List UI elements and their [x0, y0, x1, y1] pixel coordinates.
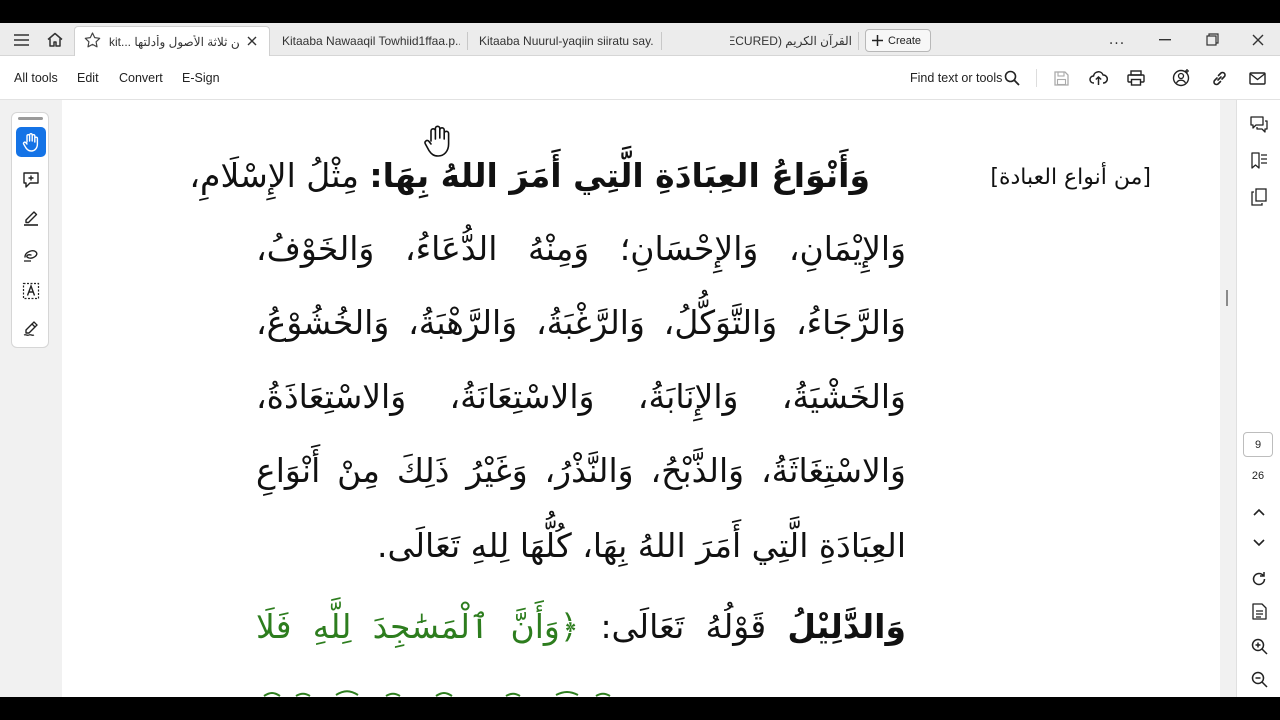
share-user-icon[interactable]	[1171, 68, 1191, 88]
tab-divider	[467, 32, 468, 50]
cloud-upload-icon[interactable]	[1088, 68, 1108, 88]
hand-cursor-icon	[422, 124, 454, 158]
right-side-panel	[1236, 100, 1280, 697]
zoom-in-icon[interactable]	[1249, 636, 1269, 656]
star-icon[interactable]	[84, 32, 101, 51]
tab-nuurul-yaqiin[interactable]: Kitaaba Nuurul-yaqiin siiratu say...	[479, 26, 653, 56]
search-icon[interactable]	[1002, 68, 1022, 88]
create-label: Create	[888, 34, 922, 47]
more-icon: ...	[1108, 31, 1126, 48]
refresh-icon[interactable]	[1249, 569, 1269, 589]
menu-e-sign[interactable]: E-Sign	[182, 71, 220, 85]
minimize-button[interactable]	[1152, 23, 1178, 56]
tab-divider	[858, 32, 859, 50]
text-box-icon	[22, 282, 40, 300]
drag-handle[interactable]	[18, 117, 43, 120]
text-line-5: وَالاسْتِغَاثَةُ، وَالذَّبْحُ، وَالنَّذْ…	[256, 451, 906, 490]
home-button[interactable]	[42, 23, 68, 56]
tab-quran[interactable]: القرآن الكريم (SECURED)	[730, 26, 852, 56]
home-icon	[47, 32, 63, 47]
tools-menu-bar: All tools Edit Convert E-Sign Find text …	[0, 56, 1280, 100]
tab-title: kit... متن ثلاثة الأصول وأدلتها	[109, 34, 239, 49]
menu-all-tools[interactable]: All tools	[14, 71, 58, 85]
evidence-rest: قَوْلُهُ تَعَالَى:	[600, 607, 767, 646]
hand-tool-button[interactable]	[16, 127, 46, 157]
hamburger-menu-button[interactable]	[8, 23, 34, 56]
heading-bold: وَأَنْوَاعُ العِبَادَةِ الَّتِي أَمَرَ ا…	[369, 156, 870, 195]
link-icon[interactable]	[1209, 68, 1229, 88]
fill-sign-button[interactable]	[16, 313, 46, 343]
tab-nawaaqil[interactable]: Kitaaba Nawaaqil Towhiid1ffaa.p...	[282, 26, 460, 56]
quick-tools-panel	[11, 112, 49, 348]
create-button[interactable]: Create	[865, 29, 931, 52]
text-line-3: وَالرَّجَاءُ، وَالتَّوَكُّلُ، وَالرَّغْب…	[256, 303, 906, 342]
add-comment-button[interactable]	[16, 165, 46, 195]
tab-bar: kit... متن ثلاثة الأصول وأدلتها Kitaaba …	[0, 23, 1280, 56]
scrollbar-thumb[interactable]	[1226, 290, 1228, 306]
pages-thumbnails-icon[interactable]	[1249, 187, 1269, 207]
document-properties-icon[interactable]	[1249, 601, 1269, 621]
current-page-input[interactable]: 9	[1243, 432, 1273, 457]
text-line-4: وَالخَشْيَةُ، وَالإِنَابَةُ، وَالاسْتِعَ…	[256, 377, 906, 416]
text-tool-button[interactable]	[16, 276, 46, 306]
close-window-button[interactable]	[1245, 23, 1271, 56]
restore-button[interactable]	[1199, 23, 1225, 56]
total-pages: 26	[1251, 470, 1265, 482]
minimize-icon	[1159, 38, 1171, 40]
freehand-draw-icon	[24, 250, 38, 262]
menu-edit[interactable]: Edit	[77, 71, 99, 85]
highlight-button[interactable]	[16, 202, 46, 232]
bookmarks-icon[interactable]	[1249, 150, 1269, 170]
email-icon[interactable]	[1247, 68, 1267, 88]
tab-active-document[interactable]: kit... متن ثلاثة الأصول وأدلتها	[74, 26, 270, 56]
more-options-button[interactable]: ...	[1104, 23, 1130, 56]
find-text-or-tools[interactable]: Find text or tools	[910, 71, 1002, 85]
close-icon	[1252, 34, 1264, 45]
hamburger-icon	[13, 33, 29, 46]
evidence-bold: وَالدَّلِيْلُ	[787, 607, 906, 646]
bottom-letterbox	[0, 697, 1280, 720]
clipped-next-line	[256, 683, 716, 697]
text-line-1: وَأَنْوَاعُ العِبَادَةِ الَّتِي أَمَرَ ا…	[189, 146, 870, 210]
save-icon[interactable]	[1051, 68, 1071, 88]
toolbar-divider	[1036, 69, 1037, 87]
pen-highlight-icon	[24, 211, 38, 226]
sign-pen-icon	[23, 321, 38, 336]
page-up-icon[interactable]	[1249, 502, 1269, 522]
close-tab-icon[interactable]	[247, 35, 257, 49]
margin-note: [من أنواع العبادة]	[990, 165, 1151, 190]
menu-convert[interactable]: Convert	[119, 71, 163, 85]
plus-icon	[872, 35, 883, 46]
restore-icon	[1205, 33, 1219, 46]
hand-icon	[22, 132, 39, 152]
zoom-out-icon[interactable]	[1249, 669, 1269, 689]
text-line-2: وَالإِيْمَانِ، وَالإِحْسَانِ؛ وَمِنْهُ ا…	[256, 229, 906, 268]
page-down-icon[interactable]	[1249, 533, 1269, 553]
top-letterbox	[0, 0, 1280, 23]
print-icon[interactable]	[1126, 68, 1146, 88]
quran-verse: ﴿وَأَنَّ ٱلْمَسَٰجِدَ لِلَّهِ فَلَا	[256, 607, 580, 646]
text-line-7: وَالدَّلِيْلُ قَوْلُهُ تَعَالَى: ﴿وَأَنَ…	[256, 597, 906, 661]
draw-button[interactable]	[16, 239, 46, 269]
comment-add-icon	[23, 172, 39, 188]
comments-icon[interactable]	[1249, 114, 1269, 134]
tab-divider	[661, 32, 662, 50]
text-line-6: العِبَادَةِ الَّتِي أَمَرَ اللهُ بِهَا، …	[376, 526, 906, 565]
heading-rest: مِثْلُ الإِسْلَامِ،	[189, 156, 359, 195]
